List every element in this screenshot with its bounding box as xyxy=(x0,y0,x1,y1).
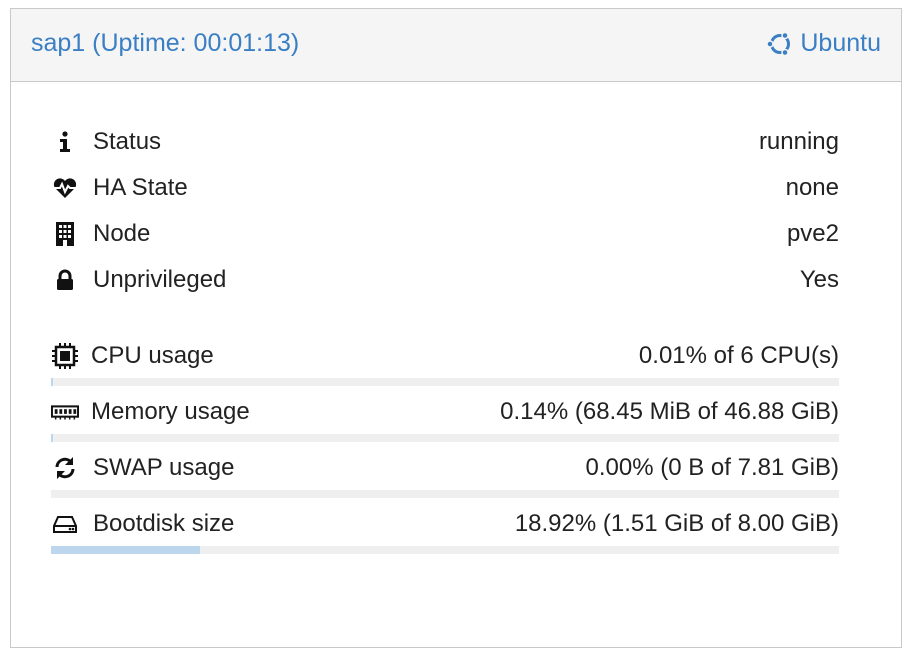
heartbeat-icon xyxy=(51,174,79,202)
harddisk-icon xyxy=(51,510,79,538)
bootdisk-size-bar xyxy=(51,546,839,554)
cpu-usage-value: 0.01% of 6 CPU(s) xyxy=(638,342,839,369)
unprivileged-value: Yes xyxy=(799,266,839,293)
cpu-usage-bar xyxy=(51,378,839,386)
cpu-usage-row: CPU usage 0.01% of 6 CPU(s) xyxy=(51,339,839,373)
memory-usage-value: 0.14% (68.45 MiB of 46.88 GiB) xyxy=(500,398,839,425)
swap-usage-bar xyxy=(51,490,839,498)
status-row: Status running xyxy=(51,125,839,159)
status-value: running xyxy=(758,128,839,155)
refresh-icon xyxy=(51,454,79,482)
building-icon xyxy=(51,220,79,248)
panel-title: sap1 (Uptime: 00:01:13) xyxy=(31,29,300,57)
cpu-usage-bar-fill xyxy=(51,378,53,386)
ha-state-label: HA State xyxy=(93,174,188,201)
ha-state-row: HA State none xyxy=(51,171,839,205)
unprivileged-label: Unprivileged xyxy=(93,266,227,293)
status-label: Status xyxy=(93,128,162,155)
lock-icon xyxy=(51,266,79,294)
node-label: Node xyxy=(93,220,151,247)
node-row: Node pve2 xyxy=(51,217,839,251)
swap-usage-row: SWAP usage 0.00% (0 B of 7.81 GiB) xyxy=(51,451,839,485)
bootdisk-size-row: Bootdisk size 18.92% (1.51 GiB of 8.00 G… xyxy=(51,507,839,541)
panel-header: sap1 (Uptime: 00:01:13) Ubuntu xyxy=(11,9,901,82)
memory-usage-label: Memory usage xyxy=(91,398,250,425)
swap-usage-value: 0.00% (0 B of 7.81 GiB) xyxy=(585,454,839,481)
memory-usage-bar xyxy=(51,434,839,442)
cpu-icon xyxy=(51,342,79,370)
cpu-usage-label: CPU usage xyxy=(91,342,214,369)
info-icon xyxy=(51,128,79,156)
bootdisk-size-label: Bootdisk size xyxy=(93,510,235,537)
os-label: Ubuntu xyxy=(800,29,881,57)
ubuntu-icon xyxy=(766,31,791,56)
ha-state-value: none xyxy=(785,174,839,201)
memory-usage-row: Memory usage 0.14% (68.45 MiB of 46.88 G… xyxy=(51,395,839,429)
os-info: Ubuntu xyxy=(766,29,881,58)
bootdisk-size-value: 18.92% (1.51 GiB of 8.00 GiB) xyxy=(514,510,839,537)
swap-usage-label: SWAP usage xyxy=(93,454,235,481)
memory-icon xyxy=(51,398,79,426)
node-value: pve2 xyxy=(786,220,839,247)
unprivileged-row: Unprivileged Yes xyxy=(51,263,839,297)
memory-usage-bar-fill xyxy=(51,434,53,442)
bootdisk-size-bar-fill xyxy=(51,546,201,554)
